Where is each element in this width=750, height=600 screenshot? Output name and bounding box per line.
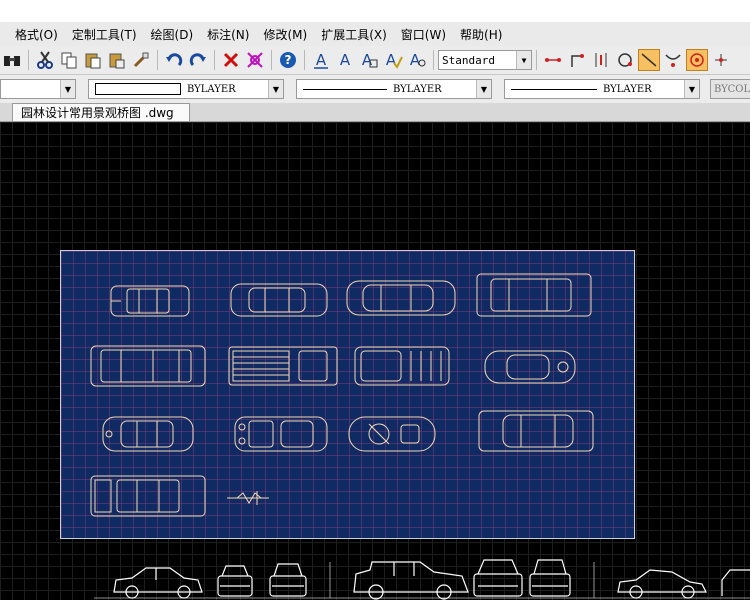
dimension-ordinate-icon[interactable]	[566, 49, 588, 71]
linetype-sample	[303, 88, 387, 90]
car-side-view-3	[617, 569, 707, 599]
text-edit-icon[interactable]: A	[334, 49, 356, 71]
chevron-down-icon[interactable]: ▼	[516, 51, 531, 69]
erase-icon[interactable]	[244, 49, 266, 71]
car-plan-6	[228, 346, 338, 386]
paste-special-icon[interactable]	[106, 49, 128, 71]
text-find-icon[interactable]: A	[358, 49, 380, 71]
chevron-down-icon[interactable]: ▼	[268, 80, 283, 98]
linetype-value: BYLAYER	[393, 83, 442, 95]
text-scale-icon[interactable]: A	[406, 49, 428, 71]
dimension-center-icon[interactable]	[686, 49, 708, 71]
text-style-dropdown[interactable]: Standard ▼	[438, 50, 532, 70]
menu-dimension[interactable]: 标注(N)	[200, 26, 256, 43]
paste-icon[interactable]	[82, 49, 104, 71]
dimension-linear-icon[interactable]	[542, 49, 564, 71]
dimension-radius-icon[interactable]	[614, 49, 636, 71]
svg-text:A: A	[410, 51, 421, 69]
car-rear-view-1	[269, 563, 307, 597]
car-side-view-2	[353, 561, 469, 600]
car-plan-3	[346, 280, 456, 316]
text-spell-icon[interactable]: A	[382, 49, 404, 71]
svg-text:?: ?	[285, 53, 292, 67]
dimension-baseline-icon[interactable]	[590, 49, 612, 71]
menu-window[interactable]: 窗口(W)	[394, 26, 453, 43]
car-plan-13	[90, 475, 206, 517]
delete-icon[interactable]	[220, 49, 242, 71]
document-tab-label: 园林设计常用景观桥图 .dwg	[21, 106, 174, 120]
car-plan-1	[110, 285, 190, 317]
redo-icon[interactable]	[187, 49, 209, 71]
car-plan-12	[478, 410, 594, 452]
car-plan-7	[354, 346, 450, 386]
plotstyle-dropdown[interactable]: BYCOLOR	[710, 79, 750, 99]
car-rear-view-2	[529, 559, 571, 597]
car-plan-10	[234, 416, 328, 452]
svg-text:A: A	[386, 51, 397, 69]
car-plan-8	[484, 350, 576, 384]
document-tab[interactable]: 园林设计常用景观桥图 .dwg	[12, 103, 190, 121]
car-plan-4	[476, 273, 592, 317]
properties-toolbar: ▼ BYLAYER ▼ BYLAYER ▼ BYLAYER ▼ BYCOLOR	[0, 75, 750, 104]
lineweight-value: BYLAYER	[603, 83, 652, 95]
document-tab-bar: 园林设计常用景观桥图 .dwg	[0, 103, 750, 122]
copy-icon[interactable]	[58, 49, 80, 71]
match-properties-icon[interactable]	[130, 49, 152, 71]
toolbar-separator	[433, 50, 434, 70]
color-swatch	[95, 83, 181, 95]
menu-bar: 格式(O) 定制工具(T) 绘图(D) 标注(N) 修改(M) 扩展工具(X) …	[0, 22, 750, 46]
dimension-tolerance-icon[interactable]	[710, 49, 732, 71]
toolbar-separator	[214, 50, 215, 70]
menu-custom-tools[interactable]: 定制工具(T)	[65, 26, 144, 43]
text-style-value: Standard	[442, 53, 495, 67]
svg-text:A: A	[340, 51, 351, 69]
plotstyle-value: BYCOLOR	[714, 83, 750, 95]
linetype-dropdown[interactable]: BYLAYER ▼	[296, 79, 492, 99]
car-front-view-3	[721, 569, 750, 596]
car-plan-drawings	[90, 273, 594, 517]
help-icon[interactable]: ?	[277, 49, 299, 71]
car-plan-2	[230, 283, 328, 317]
toolbar-separator	[304, 50, 305, 70]
color-dropdown[interactable]: BYLAYER ▼	[88, 79, 284, 99]
toolbar-separator	[271, 50, 272, 70]
car-plan-14	[227, 491, 269, 505]
layer-dropdown[interactable]: ▼	[0, 79, 76, 99]
binoculars-icon[interactable]	[1, 49, 23, 71]
car-side-view-1	[113, 567, 203, 599]
menu-format[interactable]: 格式(O)	[0, 26, 65, 43]
car-blocks-image[interactable]	[60, 250, 635, 539]
drawing-canvas[interactable]	[0, 122, 750, 600]
car-elevation-drawings	[94, 559, 750, 600]
svg-text:A: A	[316, 51, 327, 69]
title-bar	[0, 0, 750, 22]
menu-help[interactable]: 帮助(H)	[453, 26, 509, 43]
standard-toolbar: ? A A A A A Standard ▼	[0, 46, 750, 75]
chevron-down-icon[interactable]: ▼	[60, 80, 75, 98]
lineweight-dropdown[interactable]: BYLAYER ▼	[504, 79, 700, 99]
dimension-angular-icon[interactable]	[662, 49, 684, 71]
menu-extended-tools[interactable]: 扩展工具(X)	[314, 26, 394, 43]
lineweight-sample	[511, 88, 597, 90]
cut-icon[interactable]	[34, 49, 56, 71]
menu-modify[interactable]: 修改(M)	[256, 26, 314, 43]
chevron-down-icon[interactable]: ▼	[684, 80, 699, 98]
chevron-down-icon[interactable]: ▼	[476, 80, 491, 98]
menu-draw[interactable]: 绘图(D)	[144, 26, 201, 43]
car-plan-5	[90, 345, 206, 387]
car-plan-9	[102, 416, 194, 452]
dimension-aligned-icon[interactable]	[638, 49, 660, 71]
toolbar-separator	[157, 50, 158, 70]
color-value: BYLAYER	[187, 83, 236, 95]
car-front-view-1	[217, 565, 253, 597]
car-front-view-2	[473, 559, 523, 597]
text-icon[interactable]: A	[310, 49, 332, 71]
toolbar-separator	[28, 50, 29, 70]
car-plan-11	[348, 416, 436, 452]
toolbar-separator	[536, 50, 537, 70]
undo-icon[interactable]	[163, 49, 185, 71]
